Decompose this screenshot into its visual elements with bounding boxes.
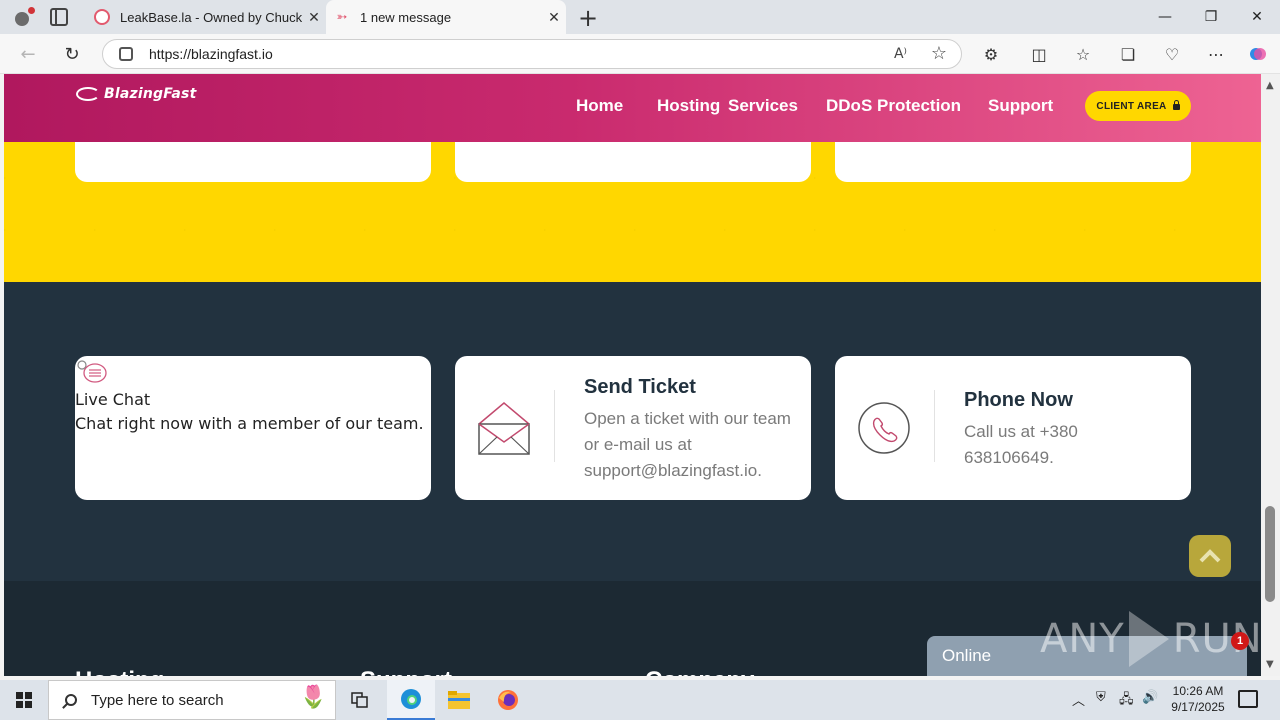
live-chat-text: Chat right now with a member of our team… xyxy=(75,414,424,433)
taskbar-search[interactable]: Type here to search 🌷 xyxy=(48,680,336,720)
live-chat-title: Live Chat xyxy=(75,390,151,409)
profile-button[interactable] xyxy=(8,4,36,30)
anyrun-watermark: ANY RUN xyxy=(1040,611,1261,667)
windows-logo-icon xyxy=(16,692,32,708)
url-text[interactable]: https://blazingfast.io xyxy=(149,46,273,62)
search-icon xyxy=(65,694,77,706)
file-explorer-icon[interactable] xyxy=(435,680,483,720)
phone-card[interactable]: Phone Now Call us at +380 638106649. xyxy=(835,356,1191,500)
nav-hosting[interactable]: Hosting xyxy=(657,96,720,116)
chat-bubble-icon xyxy=(77,360,107,383)
new-tab-button[interactable]: + xyxy=(578,4,598,32)
address-bar[interactable]: https://blazingfast.io A⁾ ☆ xyxy=(102,39,962,69)
nav-support[interactable]: Support xyxy=(988,96,1053,116)
page-scrollbar[interactable]: ▲ ▼ xyxy=(1261,74,1280,676)
browser-essentials-icon[interactable]: ♡ xyxy=(1161,43,1183,65)
nav-ddos-protection[interactable]: DDoS Protection xyxy=(826,96,961,116)
site-logo[interactable]: BlazingFast xyxy=(76,86,196,102)
card-divider xyxy=(554,390,555,462)
phone-icon xyxy=(858,402,910,454)
network-icon[interactable]: 🖧 xyxy=(1119,690,1134,712)
send-ticket-title: Send Ticket xyxy=(584,376,696,398)
volume-icon[interactable]: 🔊 xyxy=(1142,690,1158,705)
phone-text: Call us at +380 638106649. xyxy=(964,422,1078,467)
notifications-icon[interactable] xyxy=(1238,690,1258,708)
refresh-icon[interactable]: ↻ xyxy=(60,42,84,66)
play-icon xyxy=(1128,611,1169,667)
favorites-icon[interactable]: ☆ xyxy=(1072,43,1094,65)
task-view-icon[interactable] xyxy=(336,680,384,720)
send-ticket-text: Open a ticket with our team or e-mail us… xyxy=(584,409,791,480)
footer-heading-hosting: Hosting xyxy=(75,667,164,676)
tab-leakbase[interactable]: LeakBase.la - Owned by Chucky ✕ xyxy=(86,0,326,34)
tab-actions-icon[interactable] xyxy=(50,8,68,26)
card-divider xyxy=(934,390,935,462)
send-ticket-card[interactable]: Send Ticket Open a ticket with our team … xyxy=(455,356,811,500)
restore-icon[interactable]: ❐ xyxy=(1188,0,1234,34)
page-viewport: BlazingFast Home Hosting Services DDoS P… xyxy=(4,74,1261,676)
search-placeholder: Type here to search xyxy=(91,691,224,709)
live-chat-card[interactable]: Live Chat Chat right now with a member o… xyxy=(75,356,431,500)
chat-unread-badge: 1 xyxy=(1231,632,1249,650)
scroll-to-top-button[interactable] xyxy=(1189,535,1231,577)
logo-text: BlazingFast xyxy=(104,86,197,102)
minimize-icon[interactable]: — xyxy=(1142,0,1188,34)
leakbase-favicon-icon xyxy=(94,9,110,25)
scroll-down-icon[interactable]: ▼ xyxy=(1266,659,1274,670)
split-screen-icon[interactable]: ◫ xyxy=(1028,43,1050,65)
back-icon[interactable]: ← xyxy=(16,42,40,66)
lock-icon xyxy=(1172,100,1180,110)
chat-status: Online xyxy=(942,646,992,665)
nav-home[interactable]: Home xyxy=(576,96,623,116)
clock-time: 10:26 AM xyxy=(1172,684,1224,698)
add-favorite-icon[interactable]: ☆ xyxy=(931,43,947,64)
scroll-up-icon[interactable]: ▲ xyxy=(1266,80,1274,91)
read-aloud-icon[interactable]: A⁾ xyxy=(894,46,907,62)
phone-title: Phone Now xyxy=(964,389,1073,411)
site-info-icon[interactable] xyxy=(119,47,133,61)
watermark-left: ANY xyxy=(1040,616,1125,662)
clock-date: 9/17/2025 xyxy=(1171,700,1225,714)
start-button[interactable] xyxy=(0,680,48,720)
collections-icon[interactable]: ❏ xyxy=(1117,43,1139,65)
more-menu-icon[interactable]: ⋯ xyxy=(1205,43,1227,65)
profile-icon xyxy=(15,12,29,26)
tab-close-icon[interactable]: ✕ xyxy=(542,9,566,26)
firefox-icon[interactable] xyxy=(484,680,532,720)
scrollbar-thumb[interactable] xyxy=(1265,506,1275,602)
tab-title: 1 new message xyxy=(360,9,452,25)
search-highlight-icon: 🌷 xyxy=(299,685,327,710)
network-security-icon[interactable]: ⛨ xyxy=(1096,690,1106,705)
logo-icon xyxy=(76,87,100,101)
tray-overflow-icon[interactable]: ︿ xyxy=(1072,690,1085,709)
tab-title: LeakBase.la - Owned by Chucky xyxy=(120,9,302,25)
tab-new-message[interactable]: ➳ 1 new message ✕ xyxy=(326,0,566,34)
client-area-button[interactable]: CLIENT AREA xyxy=(1085,91,1191,121)
footer-heading-support: Support xyxy=(360,667,452,676)
edge-icon[interactable] xyxy=(387,680,435,720)
close-window-icon[interactable]: ✕ xyxy=(1234,0,1280,34)
contact-section: Live Chat Chat right now with a member o… xyxy=(4,282,1261,581)
extensions-icon[interactable]: ⚙ xyxy=(980,43,1002,65)
envelope-icon xyxy=(478,402,530,455)
chevron-up-icon xyxy=(1199,549,1221,563)
windows-taskbar: Type here to search 🌷 ︿ ⛨ 🖧 🔊 10:26 AM 9… xyxy=(0,680,1280,720)
footer-heading-company: Company xyxy=(645,667,754,676)
tab-close-icon[interactable]: ✕ xyxy=(302,9,326,26)
site-navbar: BlazingFast Home Hosting Services DDoS P… xyxy=(4,74,1261,142)
blazingfast-favicon-icon: ➳ xyxy=(336,9,348,24)
nav-services[interactable]: Services xyxy=(728,96,798,116)
client-area-label: CLIENT AREA xyxy=(1096,100,1167,112)
browser-tab-bar: LeakBase.la - Owned by Chucky ✕ ➳ 1 new … xyxy=(0,0,1280,34)
notification-dot xyxy=(28,7,35,14)
taskbar-clock[interactable]: 10:26 AM 9/17/2025 xyxy=(1162,683,1234,715)
address-toolbar: ← ↻ https://blazingfast.io A⁾ ☆ ⚙ ◫ ☆ ❏ … xyxy=(0,34,1280,74)
copilot-icon[interactable] xyxy=(1247,43,1269,65)
